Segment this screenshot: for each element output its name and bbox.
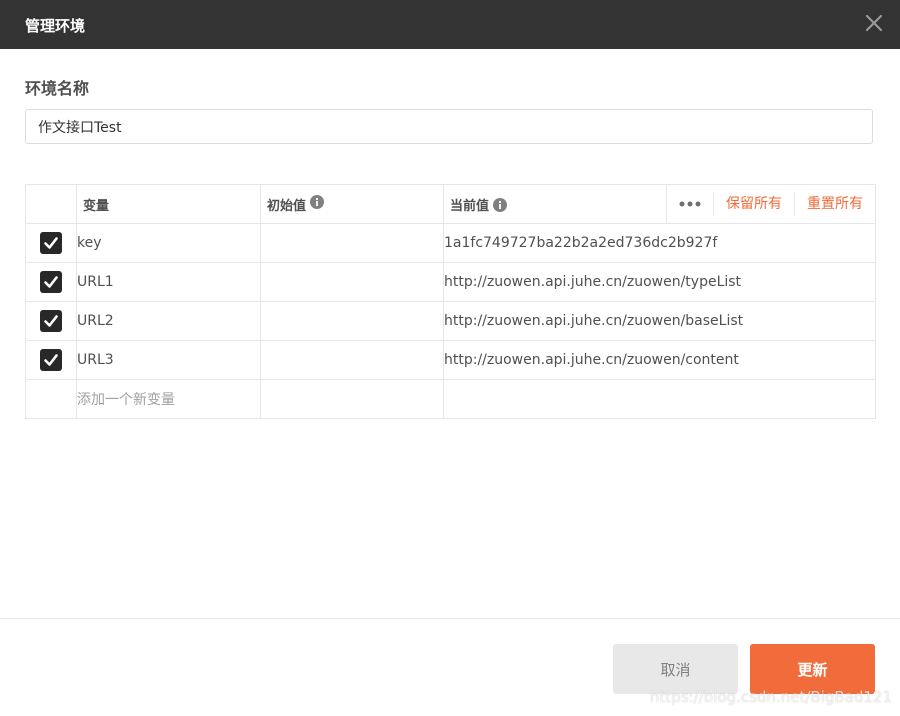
variable-key-cell[interactable]: URL3 — [76, 340, 261, 380]
table-row: key 1a1fc749727ba22b2a2ed736dc2b927f — [25, 223, 876, 263]
add-variable-row: 添加一个新变量 — [25, 379, 876, 419]
persist-all-button[interactable]: 保留所有 — [713, 192, 794, 216]
more-options-icon[interactable] — [666, 185, 713, 223]
initial-value-cell[interactable] — [260, 301, 444, 341]
initial-value-cell[interactable] — [260, 262, 444, 302]
close-icon[interactable] — [864, 13, 884, 33]
footer-divider — [0, 618, 900, 619]
row-checkbox[interactable] — [40, 271, 62, 293]
variable-key-cell[interactable]: URL2 — [76, 301, 261, 341]
header-checkbox-cell — [25, 184, 77, 224]
row-checkbox-cell — [25, 301, 77, 341]
header-current-label: 当前值 — [450, 199, 490, 214]
row-checkbox-cell — [25, 340, 77, 380]
update-button[interactable]: 更新 — [750, 644, 875, 694]
current-value-cell[interactable]: http://zuowen.api.juhe.cn/zuowen/baseLis… — [443, 301, 876, 341]
row-checkbox[interactable] — [40, 232, 62, 254]
row-checkbox-cell — [25, 262, 77, 302]
header-current: 当前值 保留所有 重置所有 — [443, 184, 876, 224]
variable-key-cell[interactable]: URL1 — [76, 262, 261, 302]
info-icon[interactable] — [310, 195, 325, 213]
initial-value-cell[interactable] — [260, 223, 444, 263]
initial-value-cell[interactable] — [260, 340, 444, 380]
add-initial-value-cell[interactable] — [260, 379, 444, 419]
variable-key-cell[interactable]: key — [76, 223, 261, 263]
header-variable-label: 变量 — [83, 198, 110, 214]
current-value-cell[interactable]: 1a1fc749727ba22b2a2ed736dc2b927f — [443, 223, 876, 263]
header-initial-label: 初始值 — [267, 198, 307, 214]
reset-all-button[interactable]: 重置所有 — [794, 192, 875, 216]
current-value-cell[interactable]: http://zuowen.api.juhe.cn/zuowen/typeLis… — [443, 262, 876, 302]
header-variable: 变量 — [76, 184, 261, 224]
watermark-text: https://blog.csdn.net/BigBad121 — [649, 688, 892, 706]
header-initial: 初始值 — [260, 184, 444, 224]
table-header-row: 变量 初始值 当前值 保留所有 重置所有 — [25, 184, 876, 224]
dialog-titlebar: 管理环境 — [0, 0, 900, 49]
cancel-button[interactable]: 取消 — [613, 644, 738, 694]
info-icon[interactable] — [493, 197, 508, 216]
table-row: URL2 http://zuowen.api.juhe.cn/zuowen/ba… — [25, 301, 876, 341]
env-name-input[interactable] — [25, 109, 873, 144]
add-current-value-cell[interactable] — [443, 379, 876, 419]
row-checkbox-cell — [25, 223, 77, 263]
variables-table: 变量 初始值 当前值 保留所有 重置所有 key 1a1fc749727ba22… — [25, 184, 876, 419]
row-checkbox[interactable] — [40, 349, 62, 371]
dialog-title: 管理环境 — [25, 17, 86, 35]
current-value-cell[interactable]: http://zuowen.api.juhe.cn/zuowen/content — [443, 340, 876, 380]
empty-checkbox-cell — [25, 379, 77, 419]
env-name-label: 环境名称 — [25, 79, 90, 98]
row-checkbox[interactable] — [40, 310, 62, 332]
add-variable-input[interactable]: 添加一个新变量 — [76, 379, 261, 419]
table-row: URL1 http://zuowen.api.juhe.cn/zuowen/ty… — [25, 262, 876, 302]
table-row: URL3 http://zuowen.api.juhe.cn/zuowen/co… — [25, 340, 876, 380]
